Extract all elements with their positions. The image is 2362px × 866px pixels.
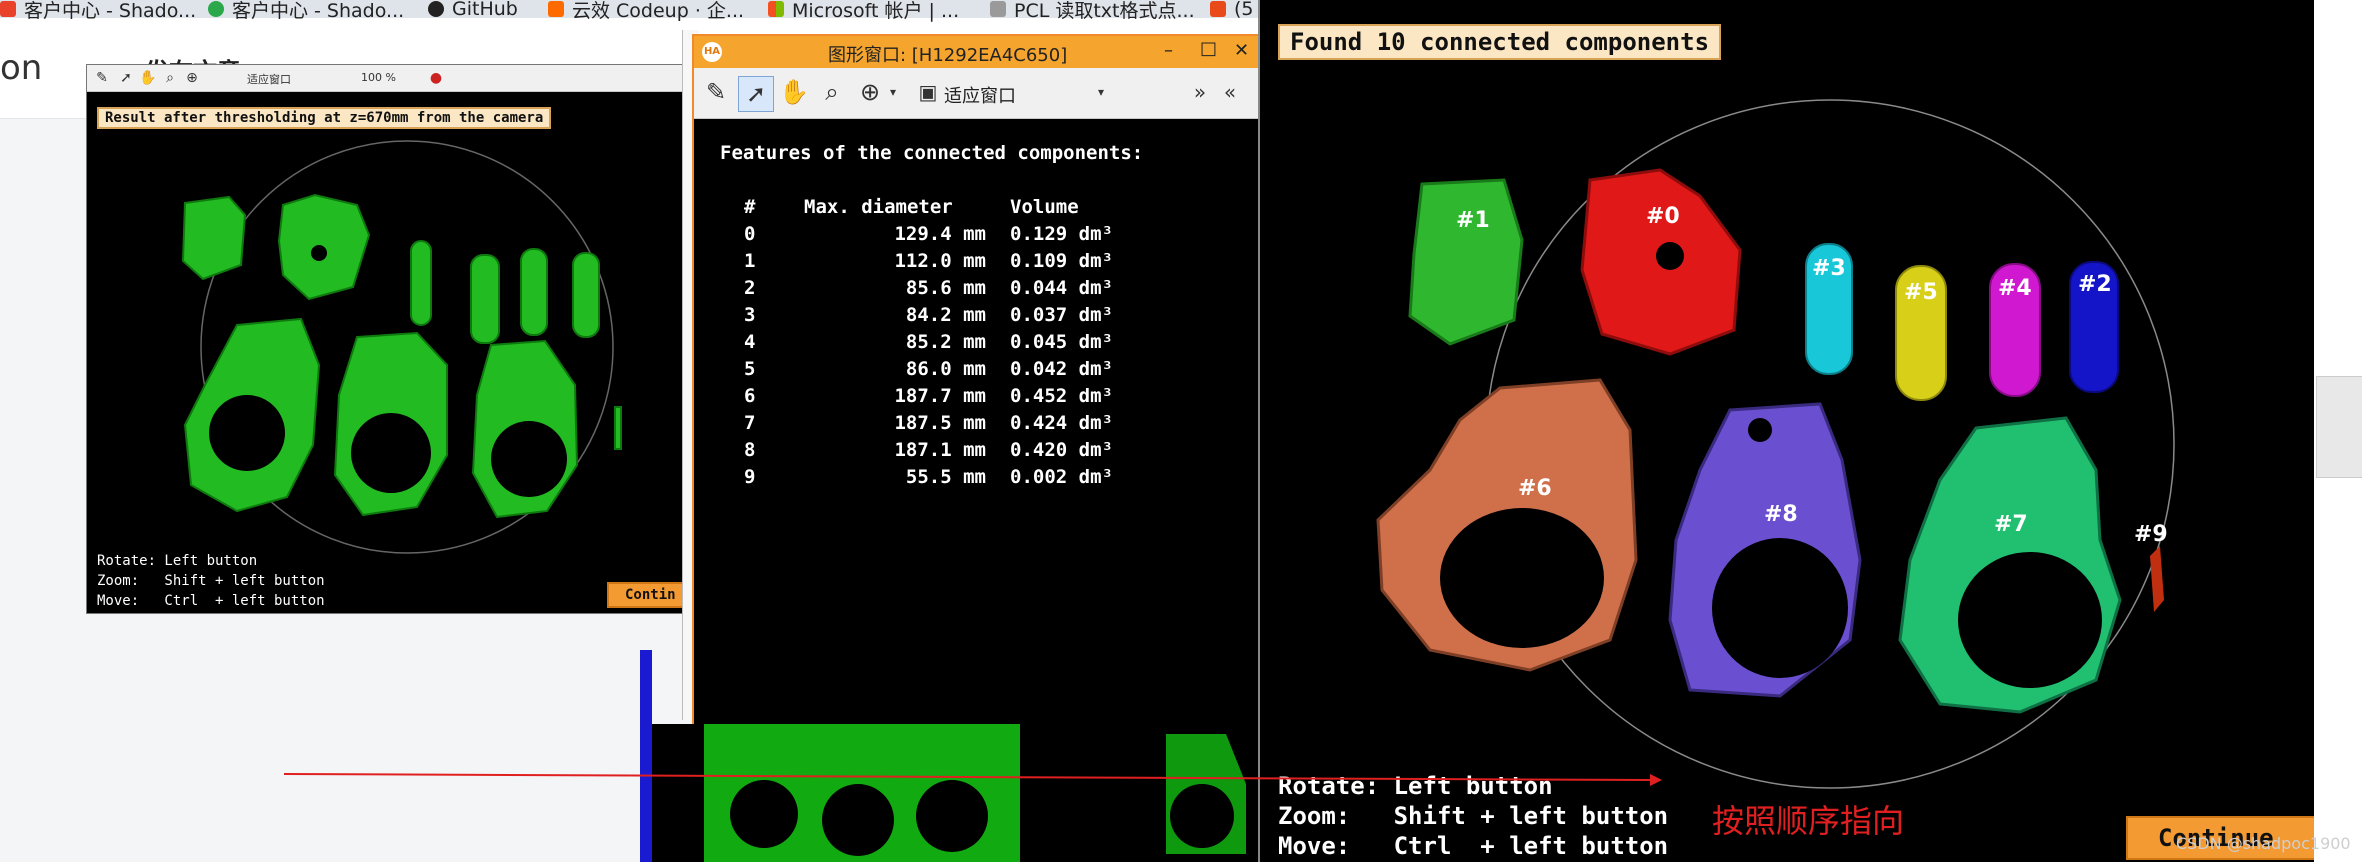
close-button[interactable]: ✕ bbox=[1234, 40, 1249, 61]
cell-diameter: 129.4 mm bbox=[894, 223, 986, 245]
continue-button[interactable]: Contin bbox=[607, 582, 687, 608]
cell-volume: 0.424 dm³ bbox=[1010, 412, 1113, 434]
component-9 bbox=[2150, 546, 2164, 612]
collapse-icon[interactable]: « bbox=[1218, 80, 1242, 104]
hint-zoom: Zoom: Shift + left button bbox=[1278, 802, 1669, 830]
cell-volume: 0.037 dm³ bbox=[1010, 304, 1113, 326]
bookmark-favicon-icon bbox=[0, 1, 16, 17]
cell-volume: 0.045 dm³ bbox=[1010, 331, 1113, 353]
cell-diameter: 55.5 mm bbox=[905, 466, 986, 488]
page-icon bbox=[990, 1, 1006, 17]
bookmark-item[interactable]: (5 bbox=[1210, 0, 1254, 20]
graphics-toolbar: ✎ ➚ ✋ ⌕ ⊕ ▾ ▣ 适应窗口 ▾ » « bbox=[694, 68, 1260, 119]
watermark: CSDN @shadpoc1900 bbox=[2176, 834, 2351, 853]
annotation-text: 按照顺序指向 bbox=[1712, 802, 1905, 840]
bookmark-item[interactable]: 客户中心 - Shado... bbox=[208, 0, 404, 22]
component-label-6: #6 bbox=[1518, 476, 1552, 501]
connected-components-window: Found 10 connected components #0 #1 #2 #… bbox=[1258, 0, 2316, 862]
column-header-diameter: Max. diameter bbox=[804, 196, 953, 218]
csdn-icon bbox=[1210, 1, 1226, 17]
cell-index: 4 bbox=[744, 331, 756, 353]
bookmark-favicon-icon bbox=[208, 1, 224, 17]
fit-window-select[interactable]: 适应窗口 bbox=[944, 82, 1016, 108]
bookmark-item[interactable]: PCL 读取txt格式点... bbox=[990, 0, 1195, 22]
zoom-in-icon[interactable]: ⊕ bbox=[856, 78, 884, 106]
component-label-0: #0 bbox=[1646, 204, 1680, 229]
codeup-icon bbox=[548, 1, 564, 17]
hint-rotate: Rotate: Left button bbox=[97, 553, 258, 569]
bookmark-item[interactable]: Microsoft 帐户 | ... bbox=[768, 0, 959, 22]
column-header-volume: Volume bbox=[1010, 196, 1079, 218]
zoom-dropdown-icon[interactable]: ▾ bbox=[886, 82, 900, 102]
magnifier-icon[interactable]: ⌕ bbox=[818, 78, 846, 106]
cell-index: 7 bbox=[744, 412, 756, 434]
bookmark-item[interactable]: GitHub bbox=[428, 0, 518, 20]
cell-diameter: 85.6 mm bbox=[905, 277, 986, 299]
cell-diameter: 84.2 mm bbox=[905, 304, 986, 326]
bookmark-item[interactable]: 客户中心 - Shado... bbox=[0, 0, 196, 22]
cell-diameter: 187.1 mm bbox=[894, 439, 986, 461]
component-label-8: #8 bbox=[1764, 502, 1798, 527]
cell-index: 1 bbox=[744, 250, 756, 272]
cell-volume: 0.044 dm³ bbox=[1010, 277, 1113, 299]
fit-window-icon[interactable]: ▣ bbox=[916, 80, 940, 104]
expand-icon[interactable]: » bbox=[1188, 80, 1212, 104]
hint-move: Move: Ctrl + left button bbox=[97, 593, 325, 609]
cell-index: 2 bbox=[744, 277, 756, 299]
cell-diameter: 86.0 mm bbox=[905, 358, 986, 380]
cell-index: 8 bbox=[744, 439, 756, 461]
maximize-button[interactable]: □ bbox=[1200, 38, 1217, 59]
fit-dropdown-icon[interactable]: ▾ bbox=[1094, 82, 1108, 102]
draw-icon[interactable]: ✎ bbox=[702, 78, 730, 106]
halcon-logo-icon: HA bbox=[702, 42, 722, 62]
cell-index: 5 bbox=[744, 358, 756, 380]
component-label-9: #9 bbox=[2134, 522, 2168, 547]
side-bar-fragment bbox=[640, 650, 652, 862]
cell-index: 9 bbox=[744, 466, 756, 488]
component-label-5: #5 bbox=[1904, 280, 1938, 305]
cell-volume: 0.420 dm³ bbox=[1010, 439, 1113, 461]
cell-volume: 0.452 dm³ bbox=[1010, 385, 1113, 407]
column-header-index: # bbox=[744, 196, 756, 218]
bookmark-item[interactable]: 云效 Codeup · 企... bbox=[548, 0, 744, 22]
hint-move: Move: Ctrl + left button bbox=[1278, 832, 1669, 860]
cell-diameter: 187.7 mm bbox=[894, 385, 986, 407]
cell-volume: 0.042 dm³ bbox=[1010, 358, 1113, 380]
cell-diameter: 112.0 mm bbox=[894, 250, 986, 272]
components-render bbox=[1376, 99, 2175, 789]
component-label-7: #7 bbox=[1994, 512, 2028, 537]
hint-zoom: Zoom: Shift + left button bbox=[97, 573, 325, 589]
background-render-graphic bbox=[704, 724, 1246, 862]
threshold-render bbox=[181, 140, 622, 554]
brand-fragment: on bbox=[0, 48, 43, 88]
cell-volume: 0.129 dm³ bbox=[1010, 223, 1113, 245]
component-1 bbox=[1408, 178, 1524, 346]
features-heading: Features of the connected components: bbox=[720, 142, 1144, 164]
cell-index: 6 bbox=[744, 385, 756, 407]
cell-index: 3 bbox=[744, 304, 756, 326]
hand-icon[interactable]: ✋ bbox=[779, 78, 809, 106]
graphics-window-title: 图形窗口: [H1292EA4C650] bbox=[828, 45, 1068, 66]
cell-volume: 0.002 dm³ bbox=[1010, 466, 1113, 488]
minimize-button[interactable]: – bbox=[1164, 40, 1173, 61]
pointer-icon[interactable]: ➚ bbox=[738, 76, 774, 112]
cell-volume: 0.109 dm³ bbox=[1010, 250, 1113, 272]
hint-rotate: Rotate: Left button bbox=[1278, 772, 1553, 800]
component-label-4: #4 bbox=[1998, 276, 2032, 301]
microsoft-icon bbox=[768, 1, 784, 17]
github-icon bbox=[428, 1, 444, 17]
graphics-window: HA 图形窗口: [H1292EA4C650] – □ ✕ ✎ ➚ ✋ ⌕ ⊕ … bbox=[692, 34, 1262, 728]
graphics-window-titlebar: HA 图形窗口: [H1292EA4C650] – □ ✕ bbox=[694, 36, 1260, 68]
background-render-strip bbox=[646, 724, 1258, 862]
cell-diameter: 187.5 mm bbox=[894, 412, 986, 434]
right-edge-thumbnail bbox=[2316, 376, 2362, 478]
component-label-2: #2 bbox=[2078, 272, 2112, 297]
cell-index: 0 bbox=[744, 223, 756, 245]
component-label-1: #1 bbox=[1456, 208, 1490, 233]
threshold-result-window: ✎ ➚ ✋ ⌕ ⊕ 适应窗口 100 % ● Result after thre… bbox=[86, 64, 688, 614]
component-label-3: #3 bbox=[1812, 256, 1846, 281]
cell-diameter: 85.2 mm bbox=[905, 331, 986, 353]
